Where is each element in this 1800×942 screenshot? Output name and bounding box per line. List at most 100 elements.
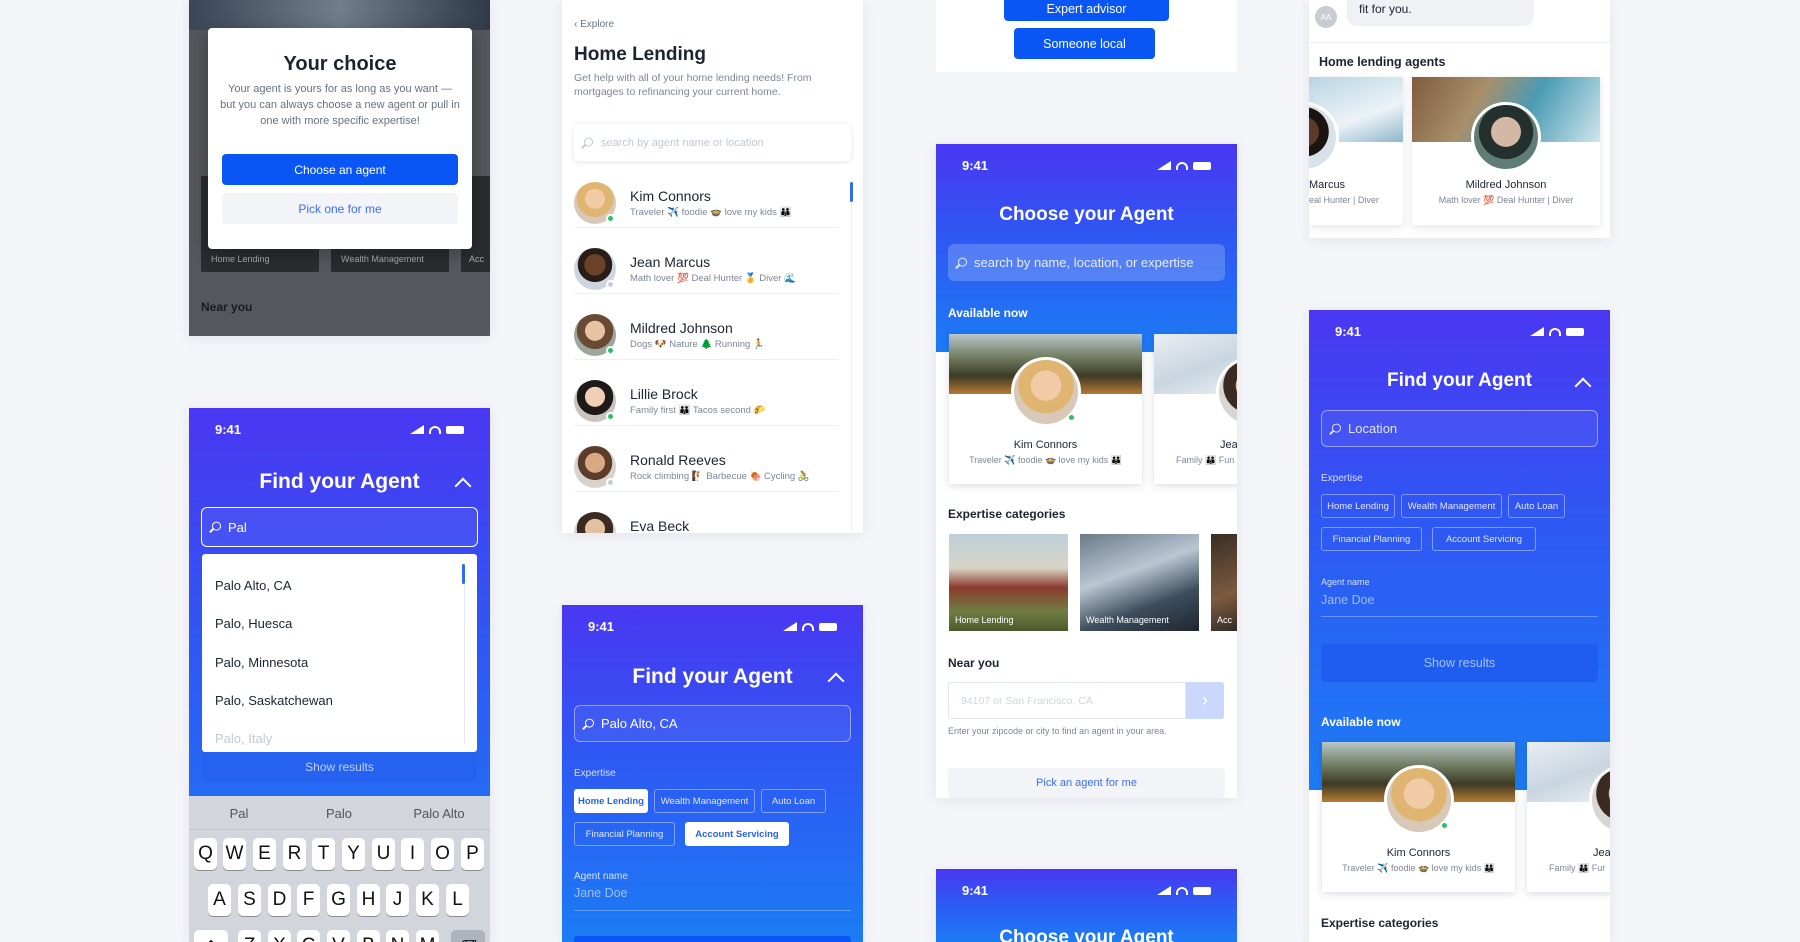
key[interactable]: F <box>297 884 320 916</box>
location-input[interactable]: Palo Alto, CA <box>574 705 851 742</box>
agent-card[interactable]: Jea Family 👪 Fun <box>1154 334 1237 484</box>
key[interactable]: T <box>312 838 335 870</box>
key[interactable]: I <box>401 838 424 870</box>
suggestion-item[interactable]: Palo Alto, CA <box>215 578 292 593</box>
screen-title: Find your Agent <box>632 665 793 688</box>
key[interactable]: K <box>416 884 439 916</box>
agent-card[interactable]: Marcus eal Hunter | Diver <box>1309 77 1403 225</box>
agent-card[interactable]: Jea Family 👪 Fur <box>1527 742 1610 892</box>
key[interactable]: L <box>446 884 469 916</box>
shift-key[interactable]: ⬆ <box>194 930 228 942</box>
suggestion-item[interactable]: Palo, Italy <box>215 731 272 746</box>
battery-icon <box>1193 886 1211 895</box>
choice-screen: Home Lending Wealth Management Acc Near … <box>189 0 490 336</box>
choose-agent-button[interactable]: Choose an agent <box>222 154 458 185</box>
show-results-button[interactable]: Show results <box>202 752 477 782</box>
suggestion-dropdown: Palo Alto, CA Palo, Huesca Palo, Minneso… <box>202 554 477 752</box>
agent-list-item[interactable]: Mildred Johnson Dogs 🐶 Nature 🌲 Running 🏃 <box>574 312 839 360</box>
status-bar: 9:41 <box>962 158 1211 176</box>
category-tile-wealth-management[interactable]: Wealth Management <box>1080 534 1199 631</box>
suggestion-item[interactable]: Palo, Saskatchewan <box>215 693 333 708</box>
chip-home-lending[interactable]: Home Lending <box>1321 494 1395 518</box>
key[interactable]: H <box>357 884 380 916</box>
agent-tags: Family first 👪 Tacos second 🌮 <box>630 405 766 416</box>
signal-icon <box>1157 886 1171 895</box>
scrollbar[interactable] <box>462 564 465 584</box>
chip-wealth-management[interactable]: Wealth Management <box>1401 494 1502 518</box>
prediction[interactable]: Palo Alto <box>389 806 489 821</box>
available-now-heading: Available now <box>948 306 1028 320</box>
key[interactable]: N <box>386 930 409 942</box>
chip-auto-loan[interactable]: Auto Loan <box>761 789 826 813</box>
agent-list-item[interactable]: Jean Marcus Math lover 💯 Deal Hunter 🏅 Di… <box>574 246 839 294</box>
back-link[interactable]: ‹ Explore <box>574 19 614 30</box>
key[interactable]: R <box>283 838 306 870</box>
find-agent-full-screen: 9:41 Find your Agent Location Expertise … <box>1309 310 1610 942</box>
agent-card[interactable]: Kim Connors Traveler ✈️ foodie 🍲 love my… <box>1322 742 1515 892</box>
key[interactable]: C <box>297 930 320 942</box>
agent-search-input[interactable]: search by name, location, or expertise <box>948 244 1225 281</box>
key[interactable]: V <box>327 930 350 942</box>
agent-card[interactable]: Mildred Johnson Math lover 💯 Deal Hunter… <box>1412 77 1600 225</box>
status-time: 9:41 <box>215 422 242 437</box>
prediction[interactable]: Palo <box>289 806 389 821</box>
show-results-button[interactable]: Show results <box>1321 644 1598 682</box>
chip-account-servicing[interactable]: Account Servicing <box>1432 527 1536 551</box>
key[interactable]: S <box>238 884 261 916</box>
list-scrollbar[interactable] <box>850 182 853 202</box>
key[interactable]: J <box>386 884 409 916</box>
key[interactable]: E <box>253 838 276 870</box>
backspace-key[interactable]: ⌫ <box>451 930 485 942</box>
agent-list-item[interactable]: Lillie Brock Family first 👪 Tacos second … <box>574 378 839 426</box>
chip-account-servicing[interactable]: Account Servicing <box>685 822 789 846</box>
agent-list-item[interactable]: Ronald Reeves Rock climbing 🧗 Barbecue 🍖 … <box>574 444 839 492</box>
key[interactable]: D <box>268 884 291 916</box>
key[interactable]: U <box>372 838 395 870</box>
key[interactable]: O <box>431 838 454 870</box>
show-results-button[interactable] <box>574 936 851 942</box>
key[interactable]: Z <box>238 930 261 942</box>
suggestion-item[interactable]: Palo, Huesca <box>215 616 292 631</box>
location-input[interactable]: Location <box>1321 410 1598 447</box>
pick-agent-button[interactable]: Pick an agent for me <box>948 768 1225 798</box>
agent-search-input[interactable]: search by agent name or location <box>574 124 851 161</box>
chip-home-lending[interactable]: Home Lending <box>574 789 648 813</box>
near-you-heading: Near you <box>201 300 253 314</box>
zip-submit-button[interactable]: › <box>1186 682 1224 719</box>
agent-name: Kim Connors <box>630 188 711 204</box>
agent-name: Mildred Johnson <box>1465 179 1547 191</box>
key[interactable]: W <box>223 838 246 870</box>
agent-tags: Rock climbing 🧗 Barbecue 🍖 Cycling 🚴 <box>630 471 810 482</box>
choose-agent-screen: 9:41 Choose your Agent search by name, l… <box>936 144 1237 798</box>
pick-one-button[interactable]: Pick one for me <box>222 193 458 224</box>
agent-name-input[interactable]: Jane Doe <box>574 886 628 900</box>
suggestion-item[interactable]: Palo, Minnesota <box>215 655 308 670</box>
location-search-input[interactable]: Pal <box>201 507 478 547</box>
zip-input[interactable]: 94107 or San Francisco, CA <box>948 682 1186 719</box>
agent-list-item[interactable]: Kim Connors Traveler ✈️ foodie 🍲 love my … <box>574 180 839 228</box>
search-icon <box>585 718 594 728</box>
key[interactable]: X <box>268 930 291 942</box>
key[interactable]: Q <box>194 838 217 870</box>
agent-list-item[interactable]: Eva Beck <box>574 510 839 533</box>
key[interactable]: M <box>416 930 439 942</box>
key[interactable]: A <box>208 884 231 916</box>
expert-advisor-button[interactable]: Expert advisor <box>1004 0 1169 21</box>
agent-card[interactable]: Kim Connors Traveler ✈️ foodie 🍲 love my… <box>949 334 1142 484</box>
home-lending-screen: ‹ Explore Home Lending Get help with all… <box>562 0 863 533</box>
chip-financial-planning[interactable]: Financial Planning <box>574 822 675 846</box>
category-tile-home-lending[interactable]: Home Lending <box>949 534 1068 631</box>
signal-icon <box>1157 161 1171 170</box>
key[interactable]: G <box>327 884 350 916</box>
status-bar: 9:41 <box>588 619 837 637</box>
chip-auto-loan[interactable]: Auto Loan <box>1508 494 1565 518</box>
key[interactable]: Y <box>342 838 365 870</box>
category-tile-account[interactable]: Acc <box>1211 534 1237 631</box>
chip-wealth-management[interactable]: Wealth Management <box>654 789 755 813</box>
key[interactable]: B <box>357 930 380 942</box>
key[interactable]: P <box>461 838 484 870</box>
agent-name-input[interactable]: Jane Doe <box>1321 593 1375 607</box>
prediction[interactable]: Pal <box>189 806 289 821</box>
someone-local-button[interactable]: Someone local <box>1014 28 1155 59</box>
chip-financial-planning[interactable]: Financial Planning <box>1321 527 1422 551</box>
